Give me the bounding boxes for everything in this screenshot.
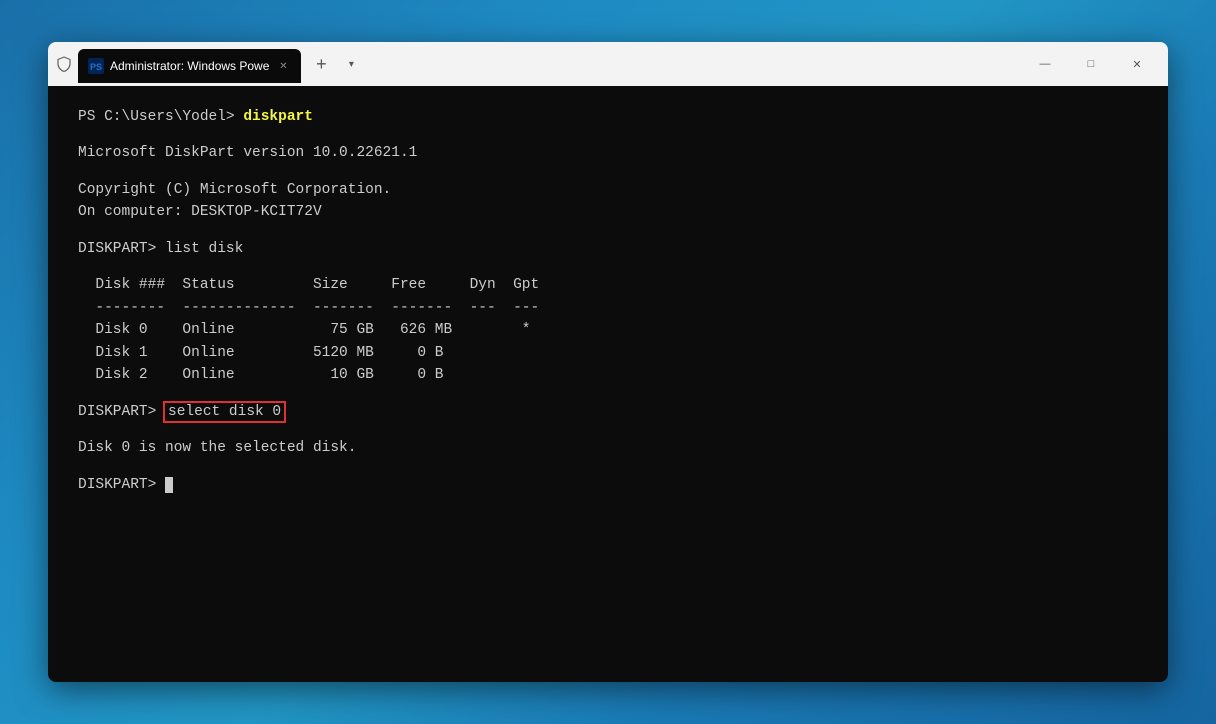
spacer-3	[78, 224, 1138, 238]
disk-row-1: Disk 1 Online 5120 MB 0 B	[78, 342, 1138, 364]
disk-table-header: Disk ### Status Size Free Dyn Gpt	[78, 274, 1138, 296]
command-line-diskpart: PS C:\Users\Yodel> diskpart	[78, 106, 1138, 128]
minimize-button[interactable]: —	[1022, 48, 1068, 80]
window-controls: — □ ✕	[1022, 48, 1160, 80]
svg-text:PS: PS	[90, 62, 102, 72]
spacer-6	[78, 423, 1138, 437]
tab-close-button[interactable]: ✕	[275, 58, 291, 74]
new-tab-button[interactable]: +	[307, 50, 335, 78]
prompt-prefix: PS C:\Users\Yodel>	[78, 109, 243, 125]
select-command-line: DISKPART> select disk 0	[78, 401, 1138, 423]
spacer-4	[78, 260, 1138, 274]
spacer-1	[78, 128, 1138, 142]
cursor	[165, 477, 173, 493]
close-button[interactable]: ✕	[1114, 48, 1160, 80]
select-command-boxed: select disk 0	[165, 403, 284, 421]
spacer-5	[78, 387, 1138, 401]
powershell-icon: PS	[88, 58, 104, 74]
final-prompt-line: DISKPART>	[78, 474, 1138, 496]
diskpart-prompt-2: DISKPART>	[78, 404, 165, 420]
terminal-window: PS Administrator: Windows Powe ✕ + ▾ — □…	[48, 42, 1168, 682]
computer-line: On computer: DESKTOP-KCIT72V	[78, 201, 1138, 223]
diskpart-command: diskpart	[243, 109, 313, 125]
tab-dropdown-button[interactable]: ▾	[341, 50, 361, 78]
maximize-button[interactable]: □	[1068, 48, 1114, 80]
disk-table-divider: -------- ------------- ------- ------- -…	[78, 297, 1138, 319]
titlebar: PS Administrator: Windows Powe ✕ + ▾ — □…	[48, 42, 1168, 86]
version-line: Microsoft DiskPart version 10.0.22621.1	[78, 142, 1138, 164]
copyright-line: Copyright (C) Microsoft Corporation.	[78, 179, 1138, 201]
terminal-body[interactable]: PS C:\Users\Yodel> diskpart Microsoft Di…	[48, 86, 1168, 682]
tab-title: Administrator: Windows Powe	[110, 59, 269, 73]
spacer-2	[78, 165, 1138, 179]
listdisk-command-line: DISKPART> list disk	[78, 238, 1138, 260]
diskpart-prompt-3: DISKPART>	[78, 477, 165, 493]
selected-message: Disk 0 is now the selected disk.	[78, 437, 1138, 459]
spacer-7	[78, 460, 1138, 474]
disk-row-0: Disk 0 Online 75 GB 626 MB *	[78, 319, 1138, 341]
disk-row-2: Disk 2 Online 10 GB 0 B	[78, 364, 1138, 386]
shield-icon	[56, 56, 72, 72]
active-tab[interactable]: PS Administrator: Windows Powe ✕	[78, 49, 301, 83]
